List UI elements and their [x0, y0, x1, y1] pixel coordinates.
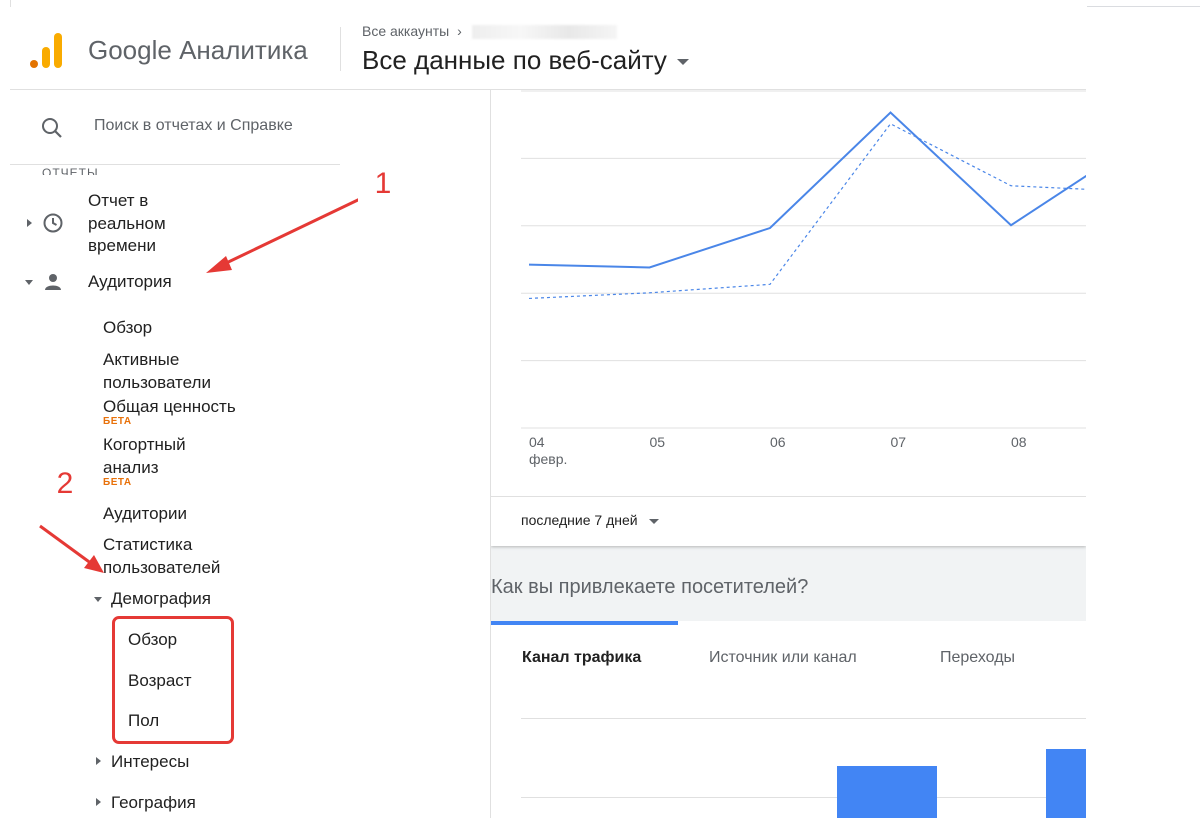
arrow-2-head: [84, 555, 104, 573]
acquisition-card: Канал трафика Источник или канал Переход…: [491, 621, 1086, 818]
main-content: 040506070809февр. последние 7 дней Как в…: [491, 90, 1086, 818]
tab-traffic-channel[interactable]: Канал трафика: [522, 649, 641, 667]
grid-line: [521, 797, 1086, 798]
tab-source-medium[interactable]: Источник или канал: [709, 649, 857, 667]
active-tab-indicator: [491, 621, 678, 625]
series-line-2: [528, 123, 1086, 300]
arrow-1-head: [206, 256, 232, 273]
grid-line: [521, 718, 1086, 719]
series-line-1: [528, 111, 1086, 269]
card-divider: [491, 496, 1086, 497]
x-tick-sublabel: февр.: [529, 451, 567, 467]
x-tick-label: 08: [1011, 434, 1027, 450]
bar-1[interactable]: [837, 766, 937, 818]
tab-referrals[interactable]: Переходы: [940, 649, 1015, 667]
line-chart: 040506070809февр.: [521, 90, 1086, 467]
x-tick-label: 05: [650, 434, 666, 450]
date-range-selector[interactable]: последние 7 дней: [521, 512, 660, 528]
x-tick-label: 04: [529, 434, 545, 450]
acquisition-question: Как вы привлекаете посетителей?: [491, 576, 809, 598]
arrow-1-line: [219, 196, 363, 268]
caret-down-icon: [649, 518, 660, 524]
bar-2[interactable]: [1046, 749, 1086, 818]
annotation-badge-2: 2: [40, 462, 90, 506]
date-range-label: последние 7 дней: [521, 512, 638, 528]
annotation-badge-1: 1: [358, 162, 408, 206]
x-tick-label: 07: [891, 434, 907, 450]
arrow-2-line: [39, 524, 93, 566]
x-tick-label: 06: [770, 434, 786, 450]
chart-card: 040506070809февр. последние 7 дней: [491, 90, 1086, 546]
